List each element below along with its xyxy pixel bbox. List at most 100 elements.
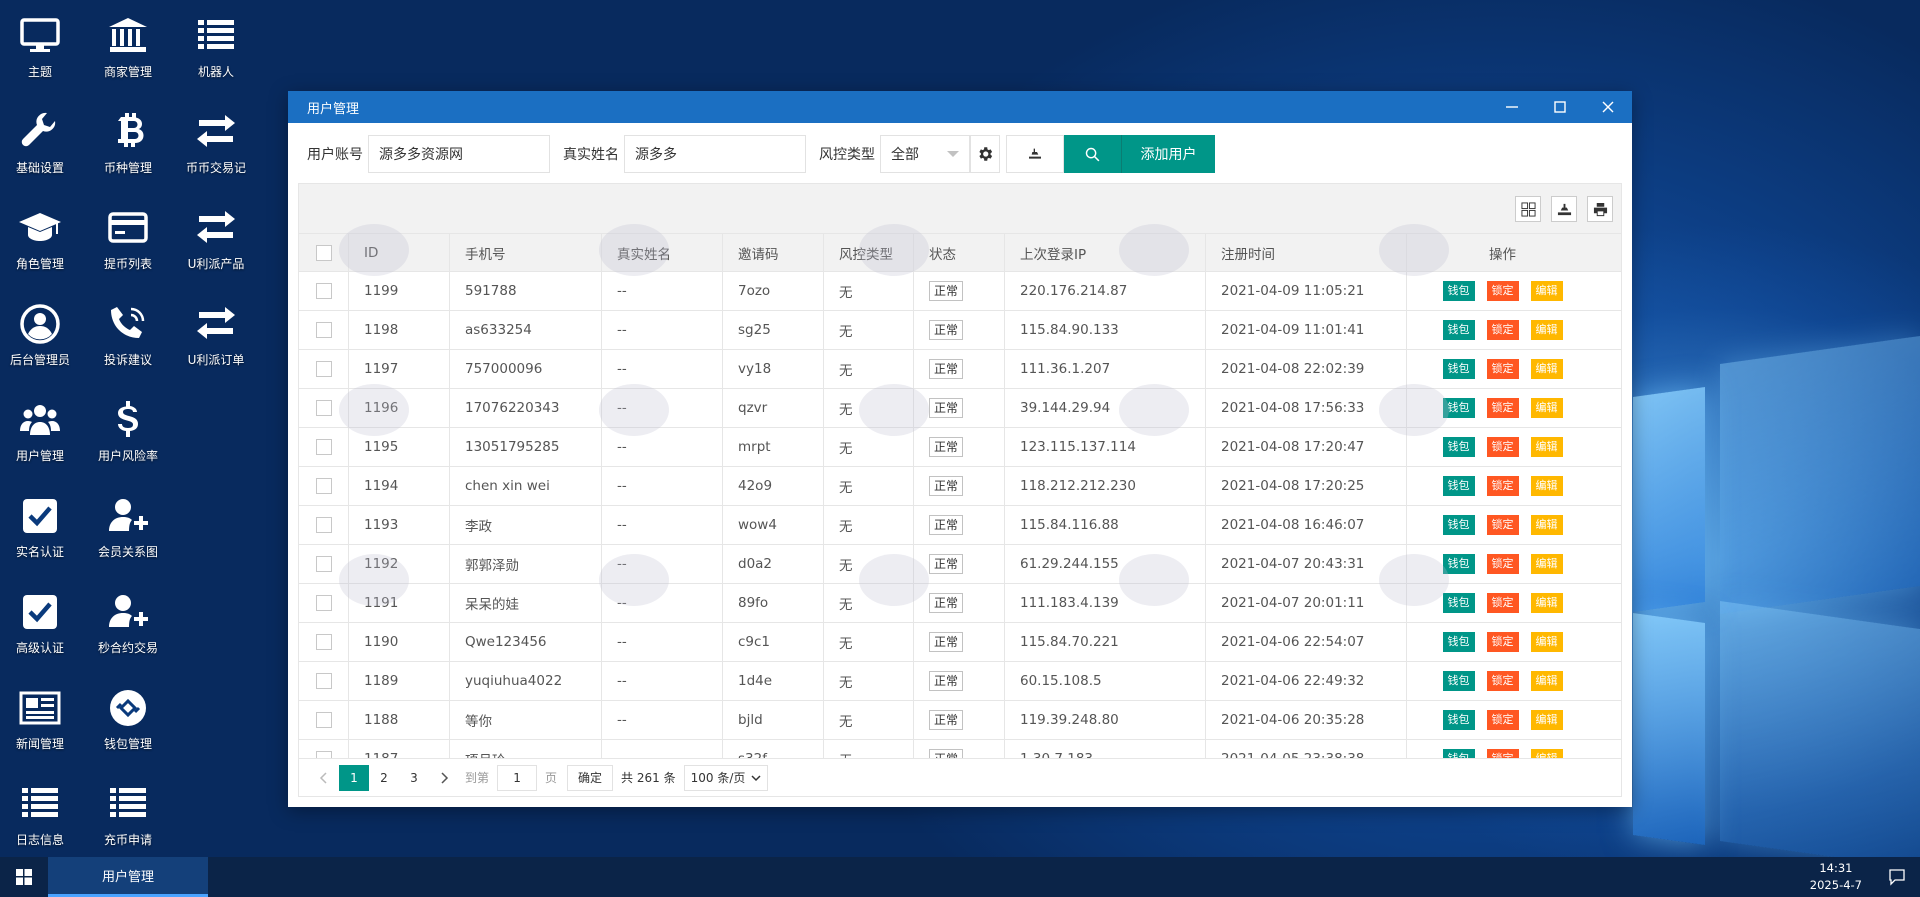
realname-input[interactable]: 源多多 xyxy=(624,135,806,173)
table-row[interactable]: 1195 13051795285 -- mrpt 无正常 123.115.137.114 2… xyxy=(299,428,1621,467)
row-checkbox[interactable] xyxy=(315,673,332,689)
desktop-icon[interactable]: 新闻管理 xyxy=(0,672,80,752)
table-row[interactable]: 1198 as633254 -- sg25 无正常 115.84.90.133 2021-0… xyxy=(299,311,1621,350)
table-row[interactable]: 1187项月玲--s32f无正常 1.30.7.1832021-04-05 23:… xyxy=(299,740,1621,758)
desktop-icon[interactable]: 高级认证 xyxy=(0,576,80,656)
desktop-icon[interactable]: 投诉建议 xyxy=(88,288,168,368)
table-row[interactable]: 1188 等你 -- bjld 无正常 119.39.248.80 2021-04-06 2… xyxy=(299,701,1621,740)
wallet-button[interactable]: 钱包 xyxy=(1442,671,1475,691)
goto-page-input[interactable]: 1 xyxy=(497,764,538,791)
table-row[interactable]: 1193 李政 -- wow4 无正常 115.84.116.88 2021-04-08 1… xyxy=(299,506,1621,545)
row-checkbox[interactable] xyxy=(315,712,332,728)
desktop-icon[interactable]: 基础设置 xyxy=(0,96,80,176)
table-row[interactable]: 1191 呆呆的娃 -- 89fo 无正常 111.183.4.139 2021-04-07… xyxy=(299,584,1621,623)
wallet-button[interactable]: 钱包 xyxy=(1442,398,1475,418)
row-checkbox[interactable] xyxy=(315,556,332,572)
desktop-icon[interactable]: 币种管理 xyxy=(88,96,168,176)
edit-button[interactable]: 编辑 xyxy=(1530,749,1563,758)
desktop-icon[interactable]: 币币交易记 xyxy=(176,96,256,176)
page-size-select[interactable]: 100 条/页 xyxy=(683,764,769,791)
desktop-icon[interactable]: 用户风险率 xyxy=(88,384,168,464)
table-row[interactable]: 1192 郭郭泽勋 -- d0a2 无正常 61.29.244.155 2021-04-07… xyxy=(299,545,1621,584)
row-checkbox[interactable] xyxy=(315,283,332,299)
lock-button[interactable]: 锁定 xyxy=(1486,632,1519,652)
lock-button[interactable]: 锁定 xyxy=(1486,515,1519,535)
lock-button[interactable]: 锁定 xyxy=(1486,671,1519,691)
page-button-1[interactable]: 1 xyxy=(339,764,369,791)
page-button-3[interactable]: 3 xyxy=(399,765,429,791)
lock-button[interactable]: 锁定 xyxy=(1486,437,1519,457)
goto-confirm-button[interactable]: 确定 xyxy=(567,764,614,791)
table-row[interactable]: 1190 Qwe123456 -- c9c1 无正常 115.84.70.221 2021-… xyxy=(299,623,1621,662)
edit-button[interactable]: 编辑 xyxy=(1530,515,1563,535)
desktop-icon[interactable]: U利派产品 xyxy=(176,192,256,272)
table-row[interactable]: 1194 chen xin wei -- 42o9 无正常 118.212.212.230… xyxy=(299,467,1621,506)
prev-page-button[interactable] xyxy=(309,765,339,791)
header-risk-type[interactable]: 风控类型 xyxy=(824,234,914,271)
lock-button[interactable]: 锁定 xyxy=(1486,749,1519,758)
start-button[interactable] xyxy=(0,857,48,897)
edit-button[interactable]: 编辑 xyxy=(1530,359,1563,379)
edit-button[interactable]: 编辑 xyxy=(1530,437,1563,457)
desktop-icon[interactable]: 机器人 xyxy=(176,0,256,80)
desktop-icon[interactable]: 后台管理员 xyxy=(0,288,80,368)
window-titlebar[interactable]: 用户管理 xyxy=(288,91,1632,123)
desktop-icon[interactable]: 日志信息 xyxy=(0,768,80,848)
edit-button[interactable]: 编辑 xyxy=(1530,554,1563,574)
lock-button[interactable]: 锁定 xyxy=(1486,398,1519,418)
wallet-button[interactable]: 钱包 xyxy=(1442,593,1475,613)
lock-button[interactable]: 锁定 xyxy=(1486,554,1519,574)
lock-button[interactable]: 锁定 xyxy=(1486,710,1519,730)
lock-button[interactable]: 锁定 xyxy=(1486,476,1519,496)
wallet-button[interactable]: 钱包 xyxy=(1442,359,1475,379)
risk-type-select[interactable]: 全部 xyxy=(880,135,970,173)
wallet-button[interactable]: 钱包 xyxy=(1442,515,1475,535)
edit-button[interactable]: 编辑 xyxy=(1530,593,1563,613)
table-row[interactable]: 1189 yuqiuhua4022 -- 1d4e 无正常 60.15.108.5 2021… xyxy=(299,662,1621,701)
desktop-icon[interactable]: 会员关系图 xyxy=(88,480,168,560)
desktop-icon[interactable]: 提币列表 xyxy=(88,192,168,272)
row-checkbox[interactable] xyxy=(315,517,332,533)
edit-button[interactable]: 编辑 xyxy=(1530,632,1563,652)
maximize-button[interactable] xyxy=(1536,91,1584,123)
edit-button[interactable]: 编辑 xyxy=(1530,320,1563,340)
desktop-icon[interactable]: 用户管理 xyxy=(0,384,80,464)
edit-button[interactable]: 编辑 xyxy=(1530,476,1563,496)
desktop-icon[interactable]: U利派订单 xyxy=(176,288,256,368)
edit-button[interactable]: 编辑 xyxy=(1530,398,1563,418)
taskbar-item-user-management[interactable]: 用户管理 xyxy=(48,857,208,897)
edit-button[interactable]: 编辑 xyxy=(1530,710,1563,730)
wallet-button[interactable]: 钱包 xyxy=(1442,749,1475,758)
table-export-button[interactable] xyxy=(1551,196,1577,222)
row-checkbox[interactable] xyxy=(315,751,332,758)
wallet-button[interactable]: 钱包 xyxy=(1442,476,1475,496)
row-checkbox[interactable] xyxy=(315,361,332,377)
select-all-checkbox[interactable] xyxy=(315,244,332,261)
desktop-icon[interactable]: 钱包管理 xyxy=(88,672,168,752)
desktop-icon[interactable]: 秒合约交易 xyxy=(88,576,168,656)
table-row[interactable]: 1199 591788 -- 7ozo 无正常 220.176.214.87 2021-04… xyxy=(299,272,1621,311)
row-checkbox[interactable] xyxy=(315,439,332,455)
wallet-button[interactable]: 钱包 xyxy=(1442,437,1475,457)
row-checkbox[interactable] xyxy=(315,400,332,416)
row-checkbox[interactable] xyxy=(315,595,332,611)
wallet-button[interactable]: 钱包 xyxy=(1442,320,1475,340)
account-input[interactable]: 源多多资源网 xyxy=(368,135,550,173)
table-row[interactable]: 1196 17076220343 -- qzvr 无正常 39.144.29.94 2021… xyxy=(299,389,1621,428)
columns-filter-button[interactable] xyxy=(1515,196,1541,222)
desktop-icon[interactable]: 商家管理 xyxy=(88,0,168,80)
wallet-button[interactable]: 钱包 xyxy=(1442,710,1475,730)
row-checkbox[interactable] xyxy=(315,322,332,338)
header-last-ip[interactable]: 上次登录IP xyxy=(1005,234,1206,271)
add-user-button[interactable]: 添加用户 xyxy=(1122,135,1215,173)
lock-button[interactable]: 锁定 xyxy=(1486,593,1519,613)
edit-button[interactable]: 编辑 xyxy=(1530,671,1563,691)
row-checkbox[interactable] xyxy=(315,478,332,494)
desktop-icon[interactable]: 主题 xyxy=(0,0,80,80)
minimize-button[interactable] xyxy=(1488,91,1536,123)
header-realname[interactable]: 真实姓名 xyxy=(602,234,723,271)
export-button[interactable] xyxy=(1006,135,1064,173)
search-button[interactable] xyxy=(1064,135,1122,173)
print-button[interactable] xyxy=(1587,196,1613,222)
header-status[interactable]: 状态 xyxy=(914,234,1005,271)
